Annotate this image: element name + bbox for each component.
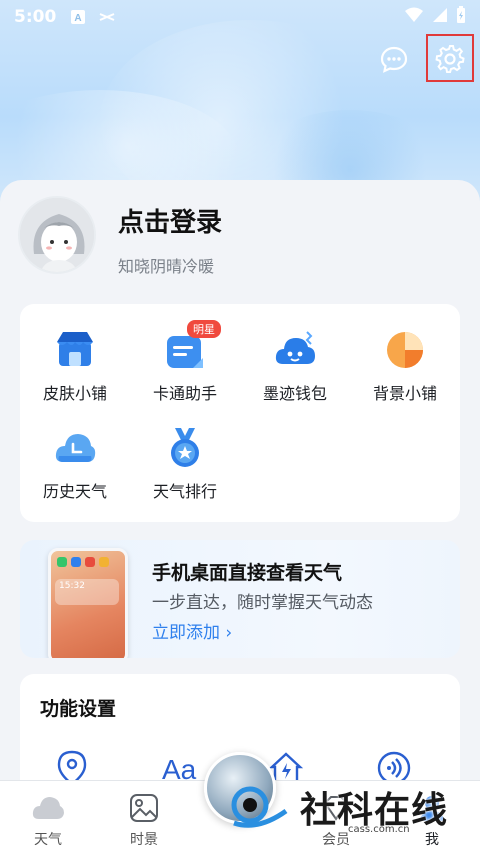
tool-history-weather[interactable]: 历史天气 bbox=[20, 426, 130, 502]
app-a-icon: A bbox=[70, 9, 86, 25]
watermark: 社科在线 cass.com.cn bbox=[228, 772, 480, 842]
nav-weather[interactable]: 天气 bbox=[18, 791, 78, 849]
widget-time: 15:32 bbox=[59, 581, 85, 591]
watermark-domain: cass.com.cn bbox=[348, 824, 410, 835]
svg-text:Aa: Aa bbox=[162, 754, 197, 783]
desktop-widget-promo[interactable]: 15:32 手机桌面直接查看天气 一步直达，随时掌握天气动态 立即添加 › bbox=[20, 540, 460, 658]
nav-scenery[interactable]: 时景 bbox=[114, 791, 174, 849]
tool-moji-wallet[interactable]: 墨迹钱包 bbox=[240, 328, 350, 404]
star-badge: 明星 bbox=[187, 320, 221, 338]
signal-icon bbox=[432, 7, 448, 28]
tools-card: 皮肤小铺 明星 卡通助手 墨迹钱包 背景小铺 历史天气 天气排行 bbox=[20, 304, 460, 522]
tool-label: 墨迹钱包 bbox=[262, 384, 327, 403]
avatar[interactable] bbox=[18, 196, 96, 274]
profile-slogan: 知晓阴晴冷暖 bbox=[118, 257, 215, 276]
promo-title: 手机桌面直接查看天气 bbox=[152, 562, 343, 584]
wallet-cloud-icon bbox=[273, 328, 317, 372]
widget-preview: 15:32 bbox=[55, 579, 119, 605]
tool-skin-shop[interactable]: 皮肤小铺 bbox=[20, 328, 130, 404]
ranking-medal-icon bbox=[163, 426, 207, 470]
weather-cloud-icon bbox=[31, 791, 65, 825]
fan-icon bbox=[98, 9, 115, 25]
wifi-icon bbox=[404, 7, 424, 28]
tool-cartoon-assistant[interactable]: 明星 卡通助手 bbox=[130, 320, 240, 404]
nav-label: 天气 bbox=[34, 832, 62, 848]
status-time: 5:00 bbox=[14, 7, 57, 27]
tool-label: 背景小铺 bbox=[372, 384, 437, 403]
tool-label: 卡通助手 bbox=[152, 384, 217, 403]
battery-icon bbox=[456, 5, 466, 29]
promo-description: 一步直达，随时掌握天气动态 bbox=[152, 593, 373, 613]
tool-label: 历史天气 bbox=[42, 482, 107, 501]
phone-preview-image: 15:32 bbox=[48, 548, 128, 658]
watermark-logo-icon bbox=[228, 775, 292, 839]
history-weather-icon bbox=[53, 426, 97, 470]
profile-section[interactable]: 点击登录 知晓阴晴冷暖 bbox=[18, 196, 222, 277]
message-button[interactable] bbox=[374, 40, 414, 80]
tool-label: 皮肤小铺 bbox=[42, 384, 107, 403]
settings-button[interactable] bbox=[426, 34, 474, 82]
chat-bubble-icon bbox=[380, 46, 408, 73]
tool-background-shop[interactable]: 背景小铺 bbox=[350, 328, 460, 404]
photo-icon bbox=[127, 791, 161, 825]
background-shop-icon bbox=[383, 328, 427, 372]
card-assistant-icon: 明星 bbox=[163, 320, 221, 372]
shop-icon bbox=[53, 328, 97, 372]
nav-label: 时景 bbox=[130, 832, 158, 848]
tool-label: 天气排行 bbox=[152, 482, 217, 501]
gear-icon bbox=[435, 45, 465, 73]
add-widget-link[interactable]: 立即添加 › bbox=[152, 618, 232, 643]
tool-weather-ranking[interactable]: 天气排行 bbox=[130, 426, 240, 502]
svg-text:A: A bbox=[75, 13, 82, 24]
status-bar: 5:00 A bbox=[0, 0, 480, 34]
login-prompt[interactable]: 点击登录 bbox=[118, 202, 222, 239]
settings-title: 功能设置 bbox=[40, 698, 117, 720]
